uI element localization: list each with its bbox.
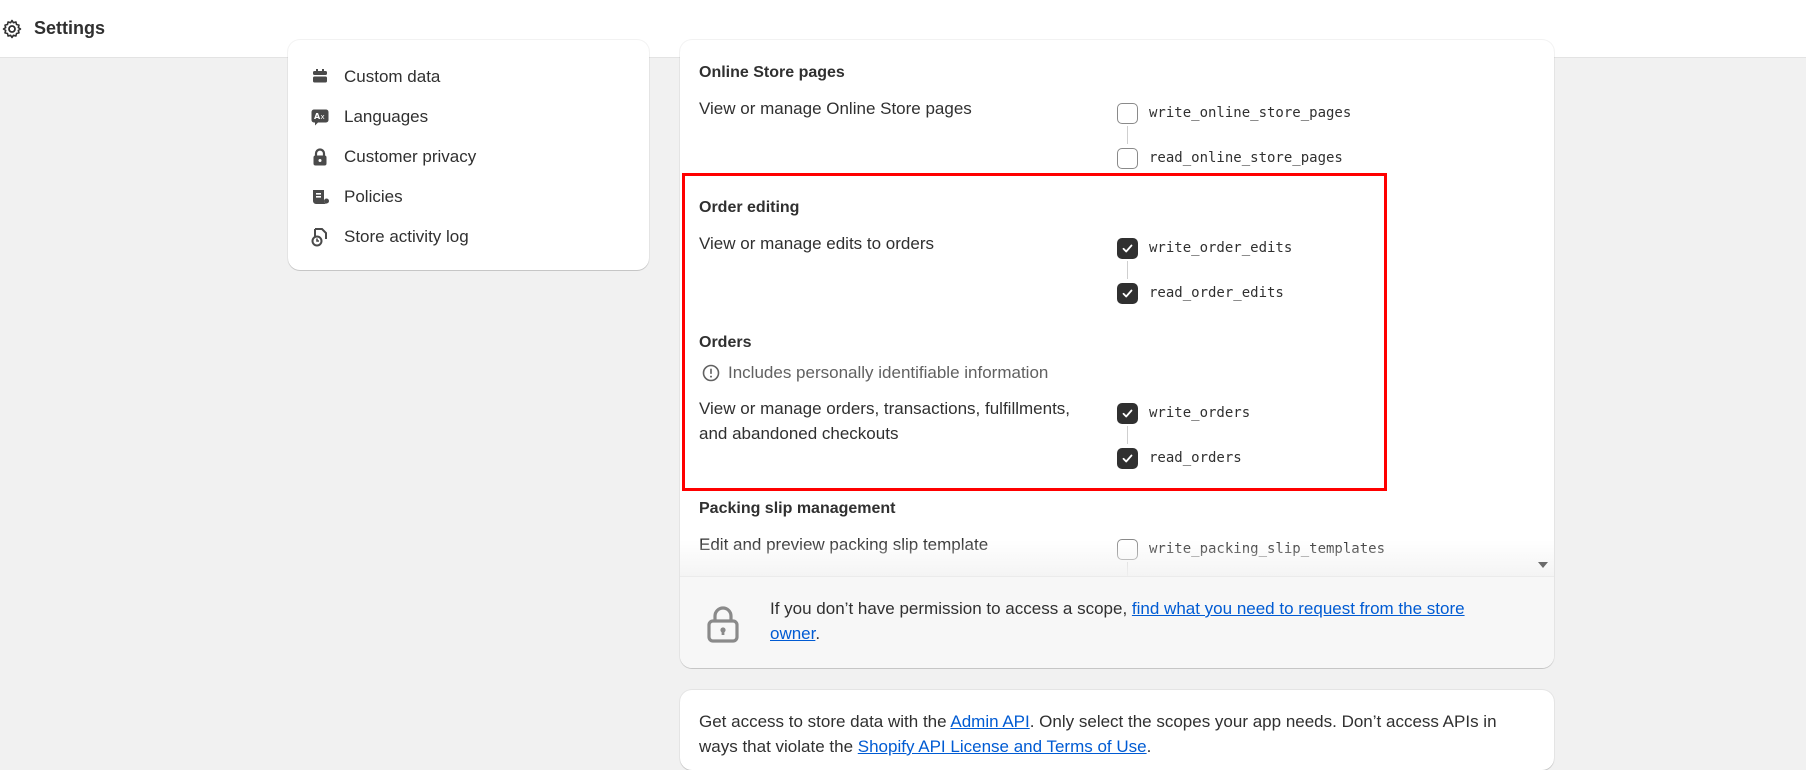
info-icon xyxy=(702,364,720,382)
scope-connector xyxy=(1127,426,1128,444)
scope-read-orders[interactable]: read_orders xyxy=(1117,447,1242,469)
scope-write-orders[interactable]: write_orders xyxy=(1117,402,1250,424)
scope-label: read_order_edits xyxy=(1149,285,1284,301)
admin-api-info-card: Get access to store data with the Admin … xyxy=(680,690,1554,770)
scope-section-description: View or manage orders, transactions, ful… xyxy=(699,396,1119,446)
translate-icon: Ax xyxy=(310,107,330,127)
scope-section-title: Online Store pages xyxy=(699,64,845,81)
sidebar-item-custom-data[interactable]: Custom data xyxy=(310,63,440,91)
checkmark-icon xyxy=(1122,409,1133,417)
lock-icon xyxy=(310,147,330,167)
scope-section-title: Orders xyxy=(699,334,752,351)
scopes-scroll-area[interactable]: Online Store pages View or manage Online… xyxy=(680,40,1554,576)
description-line: View or manage orders, transactions, ful… xyxy=(699,399,1071,418)
sidebar-item-languages[interactable]: Ax Languages xyxy=(310,103,428,131)
notice-text-part: . xyxy=(815,624,821,643)
scroll-icon xyxy=(310,187,330,207)
sidebar-item-policies[interactable]: Policies xyxy=(310,183,403,211)
sidebar-item-customer-privacy[interactable]: Customer privacy xyxy=(310,143,476,171)
scope-read-online-store-pages[interactable]: read_online_store_pages xyxy=(1117,147,1343,169)
sidebar-item-store-activity-log[interactable]: Store activity log xyxy=(310,223,469,251)
permission-notice-banner: If you don’t have permission to access a… xyxy=(680,576,1554,668)
scope-section-description: View or manage edits to orders xyxy=(699,234,934,253)
checkmark-icon xyxy=(1122,454,1133,462)
scope-read-order-edits[interactable]: read_order_edits xyxy=(1117,282,1284,304)
sidebar-item-label: Custom data xyxy=(344,67,441,86)
checkbox[interactable] xyxy=(1117,102,1138,124)
activity-log-icon xyxy=(310,227,330,247)
checkbox-checked[interactable] xyxy=(1117,282,1138,304)
sidebar-item-label: Languages xyxy=(344,107,429,126)
sidebar-item-label: Store activity log xyxy=(344,227,469,246)
checkmark-icon xyxy=(1122,289,1133,297)
scope-connector xyxy=(1127,261,1128,279)
access-scopes-card: Online Store pages View or manage Online… xyxy=(680,40,1554,668)
pii-text: Includes personally identifiable informa… xyxy=(728,363,1049,382)
checkbox-checked[interactable] xyxy=(1117,447,1138,469)
page-title: Settings xyxy=(34,18,106,38)
info-text-part: Get access to store data with the xyxy=(699,712,951,731)
scroll-down-arrow-icon[interactable] xyxy=(1538,562,1548,568)
database-icon xyxy=(310,67,330,87)
scope-section-title: Packing slip management xyxy=(699,500,896,517)
checkbox-checked[interactable] xyxy=(1117,237,1138,259)
scope-label: write_order_edits xyxy=(1149,240,1293,256)
admin-api-link[interactable]: Admin API xyxy=(950,712,1029,731)
description-line: and abandoned checkouts xyxy=(699,424,899,443)
scope-connector xyxy=(1127,126,1128,144)
scope-write-online-store-pages[interactable]: write_online_store_pages xyxy=(1117,102,1351,124)
gear-icon xyxy=(2,19,22,39)
scope-label: read_orders xyxy=(1149,450,1242,466)
lock-icon xyxy=(707,606,739,643)
scope-label: write_orders xyxy=(1149,405,1251,421)
scope-write-order-edits[interactable]: write_order_edits xyxy=(1117,237,1292,259)
sidebar-item-label: Policies xyxy=(344,187,403,206)
api-license-link[interactable]: Shopify API License and Terms of Use xyxy=(858,737,1147,756)
scroll-fade xyxy=(680,540,1554,576)
checkbox[interactable] xyxy=(1117,147,1138,169)
checkbox-checked[interactable] xyxy=(1117,402,1138,424)
info-text-part: . xyxy=(1146,737,1152,756)
scope-label: read_online_store_pages xyxy=(1149,150,1343,166)
sidebar-item-label: Customer privacy xyxy=(344,147,477,166)
scope-section-description: View or manage Online Store pages xyxy=(699,99,972,118)
permission-notice-text: If you don’t have permission to access a… xyxy=(770,596,1510,646)
notice-text-part: If you don’t have permission to access a… xyxy=(770,599,1132,618)
admin-api-info-text: Get access to store data with the Admin … xyxy=(699,709,1529,759)
svg-text:x: x xyxy=(321,113,325,121)
settings-sidebar: Custom data Ax Languages Customer privac… xyxy=(288,40,649,270)
pii-notice: Includes personally identifiable informa… xyxy=(702,363,1048,383)
scope-section-title: Order editing xyxy=(699,199,800,216)
checkmark-icon xyxy=(1122,244,1133,252)
scope-label: write_online_store_pages xyxy=(1149,105,1352,121)
